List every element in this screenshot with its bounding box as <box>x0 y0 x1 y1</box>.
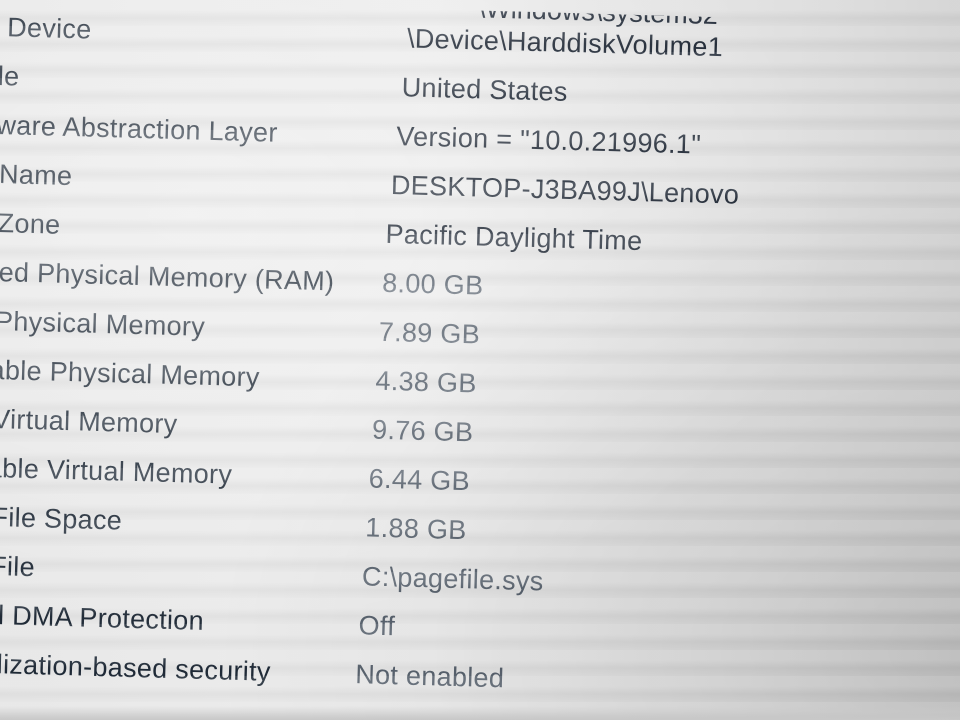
item-value: 8.00 GB <box>381 267 484 301</box>
item-value: Off <box>358 610 396 642</box>
item-label: able Physical Memory <box>0 354 261 393</box>
item-label: able Virtual Memory <box>0 452 233 490</box>
item-label: alization-based security <box>0 648 272 687</box>
item-value: Pacific Daylight Time <box>385 218 643 257</box>
item-value: 9.76 GB <box>371 414 474 448</box>
item-value: Version = "10.0.21996.1" <box>395 121 702 160</box>
item-value: Not enabled <box>354 659 505 694</box>
item-label: le <box>0 60 20 92</box>
item-label: File Space <box>0 501 123 536</box>
item-label: File <box>0 550 36 583</box>
item-label: el DMA Protection <box>0 599 205 636</box>
item-label: Zone <box>0 208 61 240</box>
item-label: Device <box>6 12 92 45</box>
item-value: 1.88 GB <box>364 512 467 546</box>
item-value: United States <box>401 72 569 107</box>
system-summary-list: \Windows\system32 Device \Device\Harddis… <box>0 0 960 720</box>
item-label: led Physical Memory (RAM) <box>0 256 335 297</box>
item-label: Physical Memory <box>0 305 206 342</box>
screen-bottom-edge <box>0 706 960 720</box>
item-value: 7.89 GB <box>378 316 481 350</box>
item-label: Name <box>0 159 73 192</box>
item-value: \Device\HarddiskVolume1 <box>406 23 724 63</box>
item-value: C:\pagefile.sys <box>361 561 544 597</box>
item-label: Virtual Memory <box>0 403 178 440</box>
system-information-screen: \Windows\system32 Device \Device\Harddis… <box>0 0 960 720</box>
item-value: 4.38 GB <box>375 365 478 399</box>
item-value: DESKTOP-J3BA99J\Lenovo <box>390 169 740 210</box>
item-value: 6.44 GB <box>368 463 471 497</box>
item-label: ware Abstraction Layer <box>0 109 279 148</box>
